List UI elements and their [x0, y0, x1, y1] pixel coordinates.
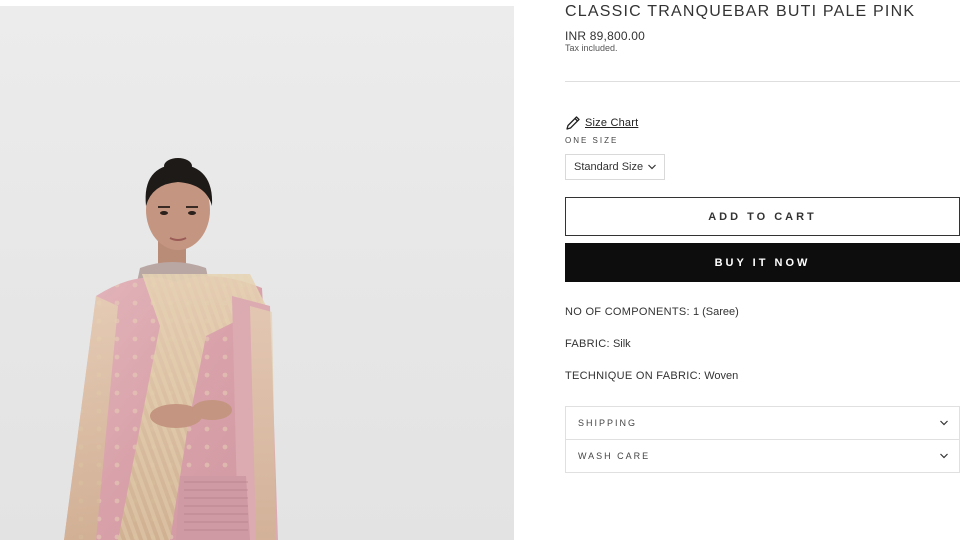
info-accordion: SHIPPING WASH CARE — [565, 406, 960, 473]
product-image[interactable] — [0, 6, 514, 540]
size-chart-label: Size Chart — [585, 117, 639, 129]
size-select-value: Standard Size — [574, 161, 644, 173]
size-option-label: ONE SIZE — [565, 136, 619, 145]
spec-technique: TECHNIQUE ON FABRIC: Woven — [565, 370, 738, 382]
tax-note: Tax included. — [565, 43, 618, 53]
chevron-down-icon — [648, 164, 657, 170]
spec-components: NO OF COMPONENTS: 1 (Saree) — [565, 306, 739, 318]
buy-now-button[interactable]: BUY IT NOW — [565, 243, 960, 282]
chevron-down-icon — [940, 420, 948, 426]
spec-key: NO OF COMPONENTS: — [565, 306, 690, 318]
accordion-label: WASH CARE — [578, 451, 651, 461]
spec-value: Silk — [612, 338, 631, 350]
product-title: CLASSIC TRANQUEBAR BUTI PALE PINK — [565, 3, 916, 20]
pencil-icon — [566, 116, 580, 130]
spec-value: Woven — [704, 370, 739, 382]
accordion-shipping[interactable]: SHIPPING — [566, 407, 959, 439]
product-page: CLASSIC TRANQUEBAR BUTI PALE PINK INR 89… — [0, 0, 960, 540]
add-to-cart-button[interactable]: ADD TO CART — [565, 197, 960, 236]
model-illustration — [64, 158, 278, 540]
size-chart-link[interactable]: Size Chart — [565, 115, 638, 131]
spec-key: TECHNIQUE ON FABRIC: — [565, 370, 702, 382]
spec-fabric: FABRIC: Silk — [565, 338, 631, 350]
accordion-wash-care[interactable]: WASH CARE — [566, 439, 959, 472]
chevron-down-icon — [940, 453, 948, 459]
spec-value: 1 (Saree) — [692, 306, 739, 318]
product-price: INR 89,800.00 — [565, 29, 645, 43]
divider — [565, 81, 960, 82]
size-select[interactable]: Standard Size — [565, 154, 665, 180]
spec-key: FABRIC: — [565, 338, 610, 350]
accordion-label: SHIPPING — [578, 418, 638, 428]
